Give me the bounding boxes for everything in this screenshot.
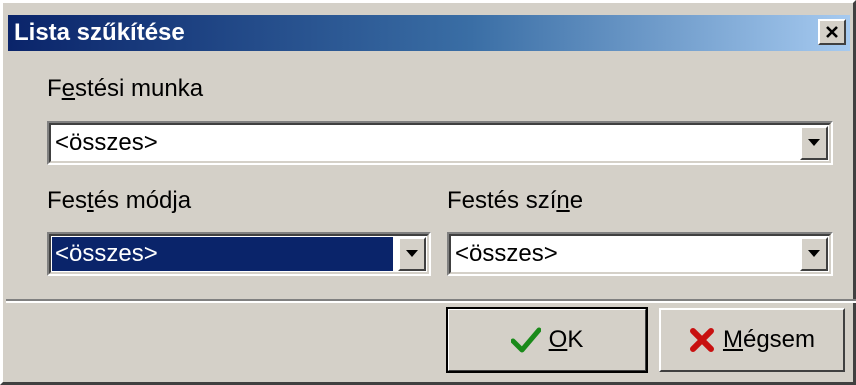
ok-button-label: OK: [548, 326, 584, 353]
check-icon: [510, 327, 541, 353]
mode-dropdown-button[interactable]: [398, 237, 426, 271]
ok-button[interactable]: OK: [446, 307, 648, 373]
dialog-title: Lista szűkítése: [14, 19, 185, 46]
mode-combobox[interactable]: <összes>: [47, 232, 431, 276]
cancel-button[interactable]: Mégsem: [659, 308, 845, 372]
color-label: Festés színe: [447, 187, 584, 214]
chevron-down-icon: [808, 250, 820, 257]
chevron-down-icon: [406, 250, 418, 257]
work-label: Festési munka: [47, 75, 204, 102]
title-bar[interactable]: Lista szűkítése: [8, 15, 850, 51]
mode-combobox-value: <összes>: [55, 240, 158, 267]
color-combobox[interactable]: <összes>: [447, 232, 833, 276]
cancel-button-label: Mégsem: [722, 326, 816, 353]
work-dropdown-button[interactable]: [800, 126, 828, 160]
color-combobox-value: <összes>: [455, 240, 558, 267]
button-separator: [6, 299, 856, 303]
mode-label: Festés módja: [47, 187, 192, 214]
close-icon: [826, 26, 838, 38]
chevron-down-icon: [808, 139, 820, 146]
work-combobox-value: <összes>: [55, 129, 158, 156]
work-combobox[interactable]: <összes>: [47, 121, 833, 165]
x-icon: [689, 328, 714, 352]
close-button[interactable]: [818, 19, 846, 45]
dialog-window: Lista szűkítése Festési munka <összes> F…: [0, 0, 856, 385]
color-dropdown-button[interactable]: [800, 237, 828, 271]
